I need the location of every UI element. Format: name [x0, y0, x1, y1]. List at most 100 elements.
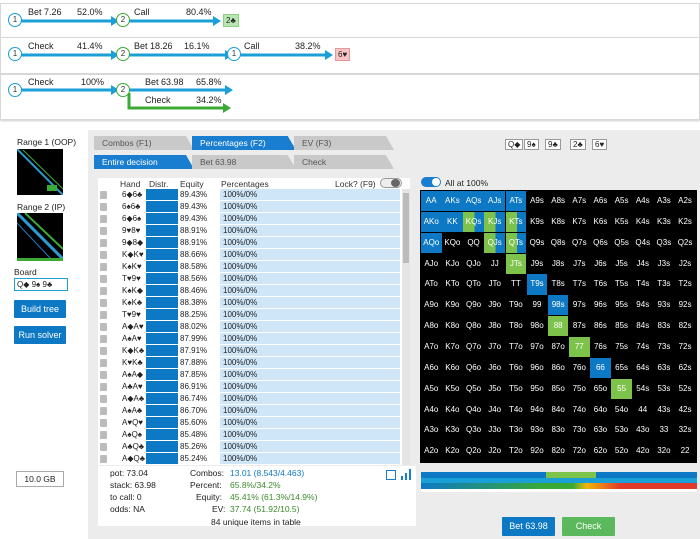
range-cell-54o[interactable]: 54o — [611, 400, 632, 420]
range-cell-QQ[interactable]: QQ — [463, 233, 484, 253]
range-cell-AQo[interactable]: AQo — [421, 232, 442, 253]
table-row[interactable]: A♠A◆ 87.85% 100%/0% — [98, 369, 403, 380]
range-cell-AJs[interactable]: AJs — [484, 191, 505, 212]
range-cell-82o[interactable]: 82o — [548, 441, 569, 461]
range-cell-53s[interactable]: 53s — [654, 379, 675, 399]
range-cell-A5s[interactable]: A5s — [611, 191, 632, 211]
range-cell-K6o[interactable]: K6o — [442, 358, 463, 378]
range-cell-A5o[interactable]: A5o — [421, 379, 442, 399]
range-cell-32o[interactable]: 32o — [654, 441, 675, 461]
lock-icon[interactable] — [100, 419, 107, 427]
range-cell-55[interactable]: 55 — [611, 378, 632, 399]
range-cell-QTo[interactable]: QTo — [463, 274, 484, 294]
table-row[interactable]: A◆A♥ 88.02% 100%/0% — [98, 321, 403, 332]
range-cell-K9s[interactable]: K9s — [527, 212, 548, 232]
range-cell-T4o[interactable]: T4o — [506, 400, 527, 420]
range-cell-65o[interactable]: 65o — [590, 379, 611, 399]
table-row[interactable]: A♣Q♣ 85.26% 100%/0% — [98, 441, 403, 452]
range-cell-Q4s[interactable]: Q4s — [633, 233, 654, 253]
range-cell-T9o[interactable]: T9o — [506, 295, 527, 315]
range-cell-KJs[interactable]: KJs — [484, 211, 505, 233]
range-cell-72s[interactable]: 72s — [675, 337, 696, 357]
lock-icon[interactable] — [100, 215, 107, 223]
col-percentages[interactable]: Percentages — [221, 179, 269, 189]
check-action-button[interactable]: Check — [562, 517, 615, 536]
range-cell-64o[interactable]: 64o — [590, 400, 611, 420]
range-cell-85o[interactable]: 85o — [548, 379, 569, 399]
range-cell-62o[interactable]: 62o — [590, 441, 611, 461]
col-equity[interactable]: Equity — [180, 179, 204, 189]
range-cell-63o[interactable]: 63o — [590, 420, 611, 440]
range-cell-76s[interactable]: 76s — [590, 337, 611, 357]
range-cell-53o[interactable]: 53o — [611, 420, 632, 440]
tab-percentages[interactable]: Percentages (F2) — [192, 136, 296, 150]
range-cell-Q4o[interactable]: Q4o — [463, 400, 484, 420]
range-cell-98o[interactable]: 98o — [527, 316, 548, 336]
lock-icon[interactable] — [100, 227, 107, 235]
range-cell-94o[interactable]: 94o — [527, 400, 548, 420]
range-cell-J7s[interactable]: J7s — [569, 254, 590, 274]
range-cell-98s[interactable]: 98s — [547, 295, 569, 316]
range-cell-J3o[interactable]: J3o — [484, 420, 505, 440]
range-cell-J9s[interactable]: J9s — [527, 254, 548, 274]
range-cell-K4o[interactable]: K4o — [442, 400, 463, 420]
range-cell-A2s[interactable]: A2s — [675, 191, 696, 211]
range-cell-J9o[interactable]: J9o — [484, 295, 505, 315]
range-cell-KJo[interactable]: KJo — [442, 254, 463, 274]
range-cell-J2o[interactable]: J2o — [484, 441, 505, 461]
lock-icon[interactable] — [100, 239, 107, 247]
range-cell-95s[interactable]: 95s — [611, 295, 632, 315]
range-cell-KTs[interactable]: KTs — [505, 211, 527, 233]
range-cell-T6o[interactable]: T6o — [506, 358, 527, 378]
range-cell-Q3o[interactable]: Q3o — [463, 420, 484, 440]
chart-icon[interactable] — [401, 469, 411, 480]
table-row[interactable]: T♥9♥ 88.25% 100%/0% — [98, 309, 403, 320]
range-cell-63s[interactable]: 63s — [654, 358, 675, 378]
board-input[interactable]: Q◆ 9♠ 9♣ — [14, 278, 68, 291]
table-scrollbar[interactable] — [402, 189, 410, 465]
table-row[interactable]: 6◆6♠ 89.43% 100%/0% — [98, 213, 403, 224]
table-row[interactable]: A♠A♣ 86.70% 100%/0% — [98, 405, 403, 416]
range-cell-T3o[interactable]: T3o — [506, 420, 527, 440]
range-cell-88[interactable]: 88 — [547, 316, 569, 337]
range-cell-J6o[interactable]: J6o — [484, 358, 505, 378]
range-cell-33[interactable]: 33 — [654, 420, 675, 440]
table-row[interactable]: A♠A♥ 87.99% 100%/0% — [98, 333, 403, 344]
range-cell-22[interactable]: 22 — [675, 441, 696, 461]
node-ip[interactable]: 2 — [116, 83, 130, 97]
range-cell-K4s[interactable]: K4s — [633, 212, 654, 232]
lock-icon[interactable] — [100, 371, 107, 379]
range-cell-62s[interactable]: 62s — [675, 358, 696, 378]
range-cell-A2o[interactable]: A2o — [421, 441, 442, 461]
table-row[interactable]: A◆Q♣ 85.24% 100%/0% — [98, 453, 403, 464]
lock-icon[interactable] — [100, 347, 107, 355]
build-tree-button[interactable]: Build tree — [14, 300, 66, 318]
range-cell-94s[interactable]: 94s — [633, 295, 654, 315]
range-cell-52o[interactable]: 52o — [611, 441, 632, 461]
node-ip[interactable]: 2 — [116, 13, 130, 27]
range-cell-A6o[interactable]: A6o — [421, 358, 442, 378]
lock-icon[interactable] — [100, 407, 107, 415]
lock-icon[interactable] — [100, 191, 107, 199]
tab-check[interactable]: Check — [294, 155, 394, 169]
range-cell-Q7s[interactable]: Q7s — [569, 233, 590, 253]
lock-icon[interactable] — [100, 203, 107, 211]
range-cell-T4s[interactable]: T4s — [633, 274, 654, 294]
lock-icon[interactable] — [100, 287, 107, 295]
table-row[interactable]: 9♥8♥ 88.91% 100%/0% — [98, 225, 403, 236]
table-row[interactable]: K♠K♣ 88.38% 100%/0% — [98, 297, 403, 308]
range-cell-KQs[interactable]: KQs — [463, 211, 484, 233]
range-cell-T6s[interactable]: T6s — [590, 274, 611, 294]
lock-icon[interactable] — [100, 251, 107, 259]
range-cell-K8s[interactable]: K8s — [548, 212, 569, 232]
range-cell-K3s[interactable]: K3s — [654, 212, 675, 232]
range-cell-Q8s[interactable]: Q8s — [548, 233, 569, 253]
table-row[interactable]: A♣A♥ 86.91% 100%/0% — [98, 381, 403, 392]
range-cell-Q5o[interactable]: Q5o — [463, 379, 484, 399]
range-cell-A4s[interactable]: A4s — [633, 191, 654, 211]
table-row[interactable]: A◆A♣ 86.74% 100%/0% — [98, 393, 403, 404]
turn-card-tag[interactable]: 2♣ — [223, 14, 239, 27]
all-at-100-toggle[interactable] — [421, 177, 441, 187]
range-cell-QJo[interactable]: QJo — [463, 254, 484, 274]
range-cell-42s[interactable]: 42s — [675, 400, 696, 420]
